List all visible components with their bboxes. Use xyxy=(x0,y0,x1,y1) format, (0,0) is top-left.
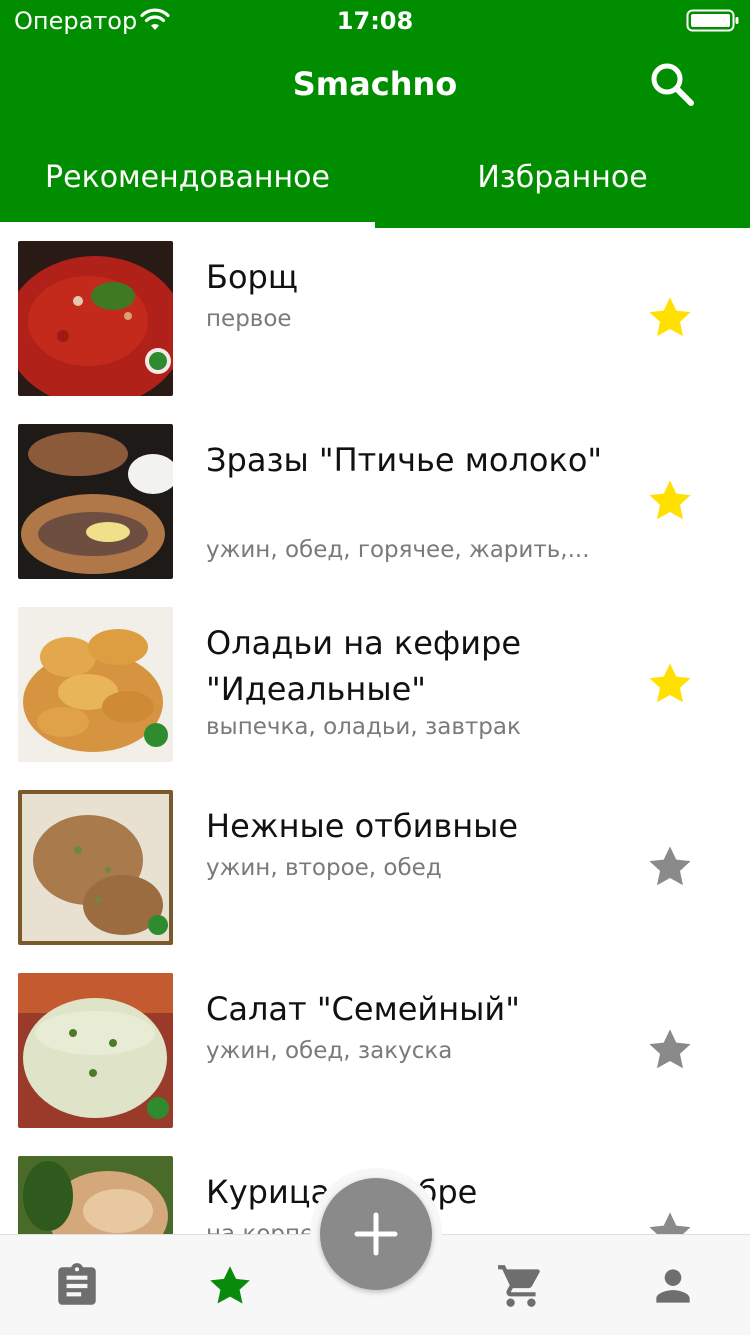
recipe-list[interactable]: Борщ первое Зразы "Птичье молоко" ужин, … xyxy=(0,228,750,1234)
tab-recommended[interactable]: Рекомендованное xyxy=(0,150,375,228)
recipe-item[interactable]: Зразы "Птичье молоко" ужин, обед, горяче… xyxy=(0,411,750,594)
status-bar: Оператор 17:08 xyxy=(0,0,750,40)
recipe-tags: ужин, второе, обед xyxy=(206,855,442,881)
recipe-item[interactable]: Салат "Семейный" ужин, обед, закуска xyxy=(0,960,750,1143)
favorite-toggle[interactable] xyxy=(644,1024,696,1076)
star-filled-icon xyxy=(649,663,691,703)
recipe-title: Борщ xyxy=(206,258,298,296)
star-icon xyxy=(210,1266,250,1304)
search-button[interactable] xyxy=(646,58,698,110)
recipe-title: Оладьи на кефире "Идеальные" xyxy=(206,624,522,708)
star-outline-icon xyxy=(649,1212,691,1234)
recipe-thumbnail xyxy=(18,790,173,945)
search-icon xyxy=(651,63,694,106)
plus-icon xyxy=(354,1212,398,1256)
recipe-thumbnail xyxy=(18,607,173,762)
nav-profile-button[interactable] xyxy=(648,1261,698,1311)
nav-recipes-button[interactable] xyxy=(52,1261,102,1311)
star-filled-icon xyxy=(649,480,691,520)
nav-favorites-button[interactable] xyxy=(205,1261,255,1311)
recipe-tags: первое xyxy=(206,306,292,332)
clock: 17:08 xyxy=(336,7,414,35)
star-filled-icon xyxy=(649,297,691,337)
recipe-tags: выпечка, оладьи, завтрак xyxy=(206,714,521,740)
recipe-title: Зразы "Птичье молоко" xyxy=(206,441,603,479)
recipe-tags: ужин, обед, закуска xyxy=(206,1038,453,1064)
favorite-toggle[interactable] xyxy=(644,658,696,710)
favorite-toggle[interactable] xyxy=(644,475,696,527)
recipe-thumbnail xyxy=(18,973,173,1128)
star-outline-icon xyxy=(649,846,691,886)
recipe-item[interactable]: Нежные отбивные ужин, второе, обед xyxy=(0,777,750,960)
clipboard-icon xyxy=(58,1263,96,1305)
recipe-tags: ужин, обед, горячее, жарить,... xyxy=(206,537,590,563)
favorite-toggle[interactable] xyxy=(644,841,696,893)
recipe-thumbnail xyxy=(18,424,173,579)
favorite-toggle[interactable] xyxy=(644,1207,696,1234)
recipe-title: Салат "Семейный" xyxy=(206,990,520,1028)
person-icon xyxy=(656,1269,690,1303)
cart-icon xyxy=(498,1265,540,1307)
recipe-thumbnail xyxy=(18,1156,173,1234)
app-header: Оператор 17:08 Smachno Рекомендованное И… xyxy=(0,0,750,228)
star-outline-icon xyxy=(649,1029,691,1069)
recipe-title: Нежные отбивные xyxy=(206,807,519,845)
nav-cart-button[interactable] xyxy=(496,1261,546,1311)
recipe-item[interactable]: Борщ первое xyxy=(0,228,750,411)
recipe-thumbnail xyxy=(18,241,173,396)
tab-favorites[interactable]: Избранное xyxy=(375,150,750,228)
add-recipe-button[interactable] xyxy=(320,1178,432,1290)
favorite-toggle[interactable] xyxy=(644,292,696,344)
page-title: Smachno xyxy=(292,65,458,103)
battery-icon xyxy=(686,9,739,32)
recipe-item[interactable]: Оладьи на кефире "Идеальные" выпечка, ол… xyxy=(0,594,750,777)
